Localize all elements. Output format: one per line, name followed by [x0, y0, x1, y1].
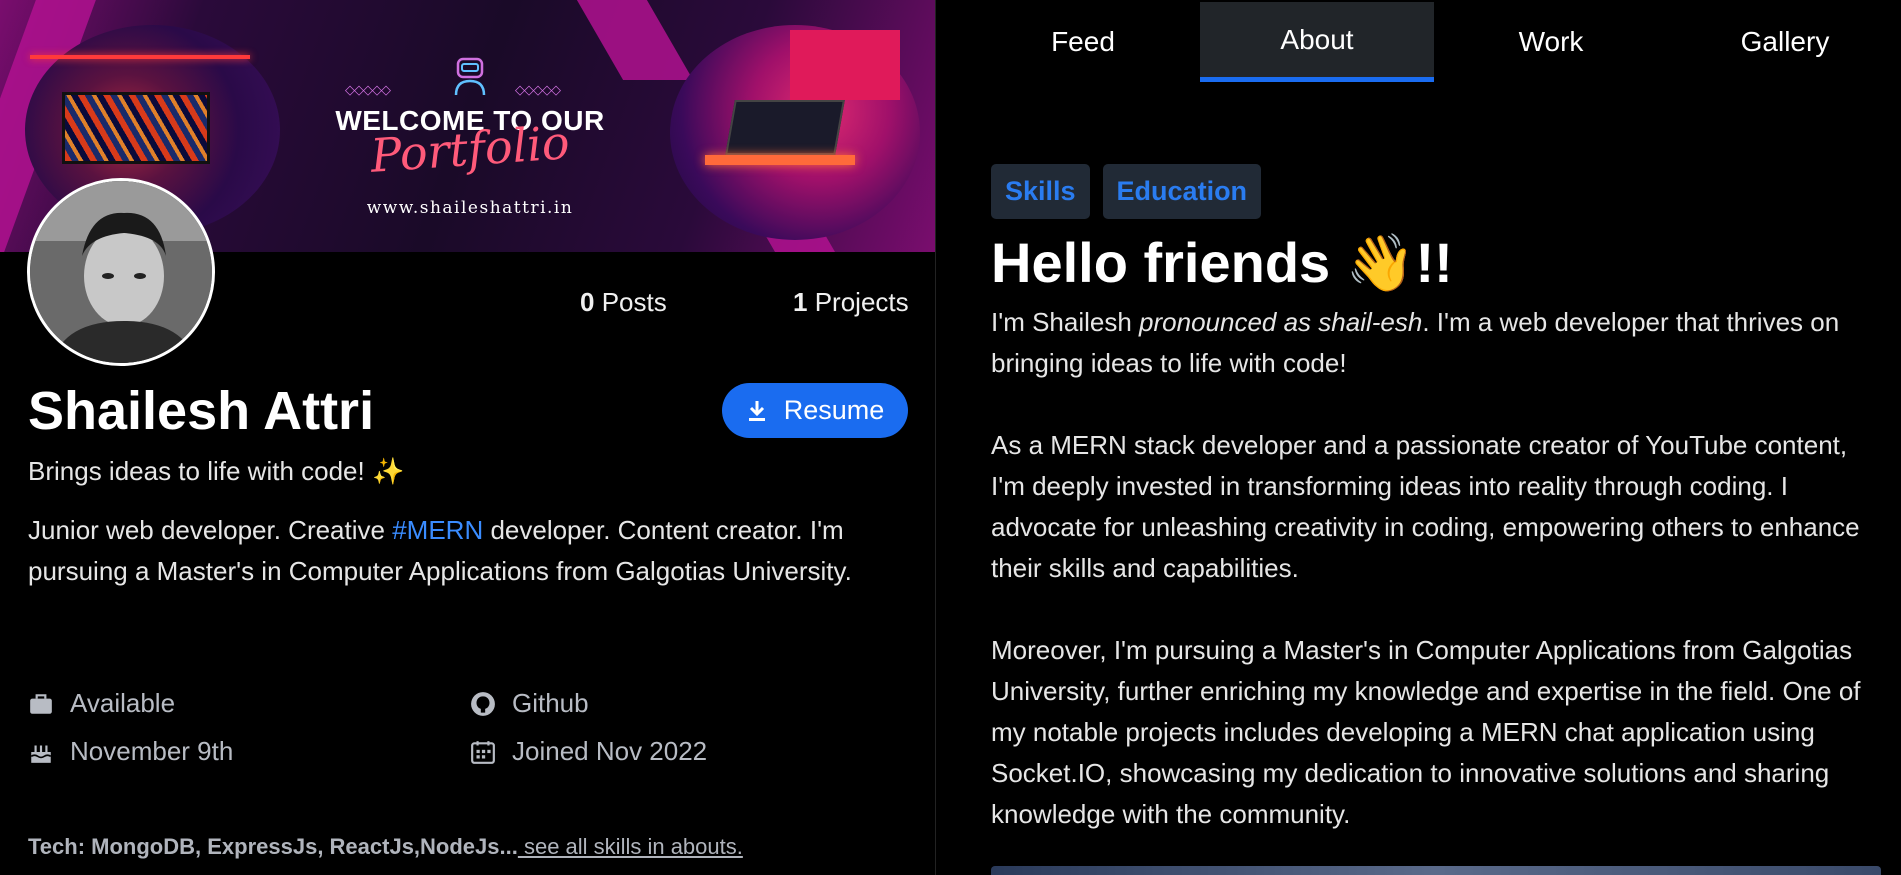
- mern-hashtag-link[interactable]: #MERN: [392, 515, 483, 545]
- heading-suffix: !!: [1415, 231, 1453, 294]
- profile-name: Shailesh Attri: [28, 381, 375, 441]
- briefcase-icon: [30, 693, 52, 714]
- about-paragraph-2: As a MERN stack developer and a passiona…: [991, 430, 1860, 583]
- banner-decoration: ◇◇◇◇◇: [515, 82, 561, 97]
- github-label: Github: [512, 688, 589, 718]
- about-section-chips: Skills Education: [991, 164, 1262, 219]
- tab-gallery[interactable]: Gallery: [1668, 2, 1901, 82]
- projects-count: 1: [793, 287, 808, 317]
- profile-tagline: Brings ideas to life with code! ✨: [28, 456, 405, 486]
- bio-text: Junior web developer. Creative: [28, 515, 393, 545]
- tech-list: Tech: MongoDB, ExpressJs, ReactJs,NodeJs…: [28, 834, 518, 859]
- calendar-icon: [471, 740, 495, 764]
- banner-monitor: [62, 92, 210, 164]
- robot-icon: [454, 57, 486, 96]
- projects-stat[interactable]: 1 Projects: [793, 287, 909, 318]
- education-chip[interactable]: Education: [1102, 164, 1262, 219]
- posts-count: 0: [580, 287, 595, 317]
- posts-stat[interactable]: 0 Posts: [580, 287, 667, 318]
- about-body: I'm Shailesh pronounced as shail-esh. I'…: [991, 302, 1881, 875]
- availability-text: Available: [70, 688, 176, 718]
- posts-label: Posts: [601, 287, 667, 317]
- tech-summary: Tech: MongoDB, ExpressJs, ReactJs,NodeJs…: [28, 834, 743, 860]
- resume-button[interactable]: Resume: [722, 383, 908, 438]
- banner-url: www.shaileshattri.in: [366, 198, 574, 218]
- birthday-meta: November 9th: [28, 736, 233, 767]
- about-paragraph-1: I'm Shailesh pronounced as shail-esh. I'…: [991, 302, 1881, 384]
- birthday-text: November 9th: [70, 736, 234, 766]
- github-icon: [471, 691, 495, 716]
- download-icon: [748, 400, 765, 421]
- github-link[interactable]: Github: [470, 688, 589, 719]
- see-all-skills-link[interactable]: see all skills in abouts.: [518, 834, 743, 859]
- about-text: I'm Shailesh: [991, 307, 1140, 337]
- next-section-edge: [991, 866, 1881, 875]
- tab-work[interactable]: Work: [1434, 2, 1668, 82]
- pronunciation-note: pronounced as shail-esh: [1139, 307, 1423, 337]
- banner-glow: [705, 155, 855, 165]
- waving-hand-icon: 👋: [1345, 231, 1416, 294]
- cake-icon: [30, 745, 52, 763]
- banner-screen: [790, 30, 900, 100]
- banner-stripe: [576, 0, 694, 80]
- projects-label: Projects: [814, 287, 909, 317]
- joined-text: Joined Nov 2022: [512, 736, 708, 766]
- tab-feed[interactable]: Feed: [966, 2, 1200, 82]
- skills-chip[interactable]: Skills: [991, 164, 1090, 219]
- about-paragraph-3: Moreover, I'm pursuing a Master's in Com…: [991, 635, 1861, 829]
- about-heading: Hello friends 👋!!: [991, 230, 1453, 296]
- profile-bio: Junior web developer. Creative #MERN dev…: [28, 510, 918, 592]
- joined-meta: Joined Nov 2022: [470, 736, 707, 767]
- avatar: [27, 178, 215, 366]
- banner-laptop: [725, 100, 845, 155]
- heading-text: Hello friends: [991, 231, 1346, 294]
- content-panel: Feed About Work Gallery Skills Education…: [935, 0, 1901, 875]
- tab-bar: Feed About Work Gallery: [936, 2, 1901, 82]
- banner-led-strip: [30, 55, 250, 59]
- banner-decoration: ◇◇◇◇◇: [345, 82, 391, 97]
- tab-about[interactable]: About: [1200, 2, 1434, 82]
- resume-label: Resume: [783, 395, 885, 425]
- profile-panel: ◇◇◇◇◇ ◇◇◇◇◇ WELCOME TO OUR Portfolio www…: [0, 0, 935, 875]
- availability-meta: Available: [28, 688, 175, 719]
